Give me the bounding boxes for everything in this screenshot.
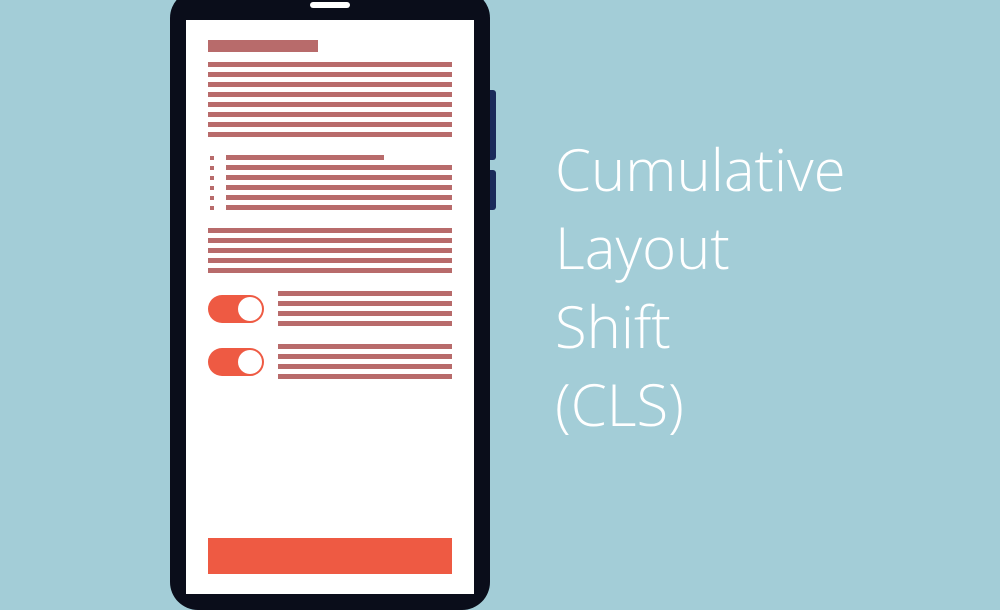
title-line: (CLS) — [555, 365, 846, 443]
content-block-paragraph — [208, 228, 452, 273]
phone-screen — [186, 20, 474, 594]
toggle-row — [208, 344, 452, 379]
toggle-switch[interactable] — [208, 348, 264, 376]
text-lines — [226, 155, 452, 210]
text-lines — [208, 62, 452, 137]
phone-side-button — [490, 170, 496, 210]
phone-side-button — [490, 90, 496, 160]
toggle-switch[interactable] — [208, 295, 264, 323]
text-lines — [278, 291, 452, 326]
phone-speaker — [310, 2, 350, 8]
title-line: Layout — [555, 208, 846, 286]
content-block-paragraph — [208, 40, 452, 137]
phone-mockup — [170, 0, 490, 610]
heading-placeholder — [208, 40, 318, 52]
page-title: Cumulative Layout Shift (CLS) — [555, 130, 846, 443]
list-bullets — [208, 155, 216, 210]
content-block-list — [208, 155, 452, 210]
text-lines — [278, 344, 452, 379]
title-line: Shift — [555, 287, 846, 365]
cta-button-placeholder[interactable] — [208, 538, 452, 574]
toggle-row — [208, 291, 452, 326]
title-line: Cumulative — [555, 130, 846, 208]
